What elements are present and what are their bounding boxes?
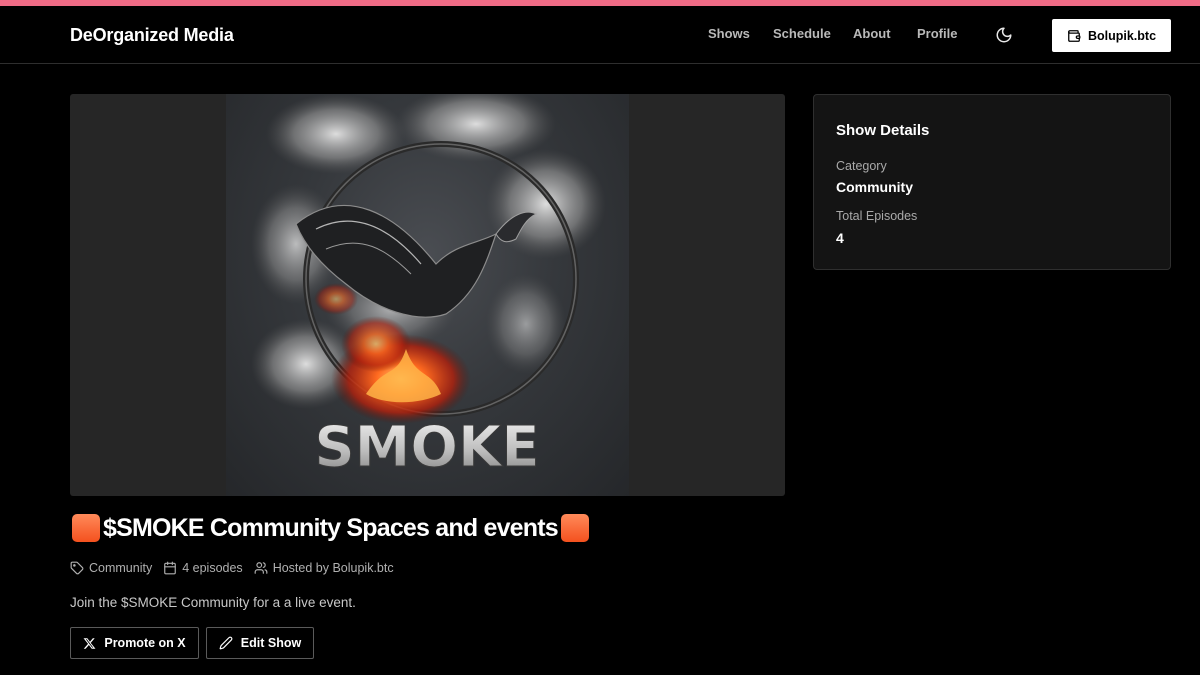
smoke-phoenix-artwork: SMOKE: [251, 94, 606, 481]
show-cover-image: SMOKE: [226, 94, 629, 496]
category-label: Category: [836, 159, 887, 173]
calendar-icon: [164, 561, 177, 575]
nav-profile[interactable]: Profile: [917, 26, 957, 41]
cover-title-text: SMOKE: [314, 415, 539, 480]
category-value: Community: [836, 179, 913, 195]
meta-host: Hosted by Bolupik.btc: [254, 561, 394, 575]
wallet-icon: [1068, 29, 1081, 42]
meta-host-text: Hosted by Bolupik.btc: [272, 561, 394, 575]
x-logo-icon: [83, 637, 96, 649]
orange-square-emoji-icon: [560, 514, 589, 542]
promote-label: Promote on X: [104, 636, 186, 650]
show-details-card: Show Details Category Community Total Ep…: [813, 94, 1171, 270]
show-title-text: $SMOKE Community Spaces and events: [103, 513, 559, 542]
nav-about[interactable]: About: [853, 26, 891, 41]
show-meta-row: Community 4 episodes Hosted by Bolupik.b…: [70, 559, 405, 577]
brand-logo-text[interactable]: DeOrganized Media: [70, 25, 234, 46]
top-navbar: DeOrganized Media Shows Schedule About P…: [0, 6, 1200, 64]
meta-category: Community: [70, 561, 152, 575]
pencil-icon: [219, 636, 233, 650]
show-description: Join the $SMOKE Community for a a live e…: [70, 595, 356, 610]
episodes-label: Total Episodes: [836, 209, 918, 223]
meta-category-text: Community: [89, 561, 153, 575]
nav-shows[interactable]: Shows: [708, 26, 750, 41]
meta-episodes-text: 4 episodes: [182, 561, 243, 575]
meta-episodes: 4 episodes: [163, 561, 243, 575]
episodes-value: 4: [836, 230, 844, 246]
edit-label: Edit Show: [240, 636, 302, 650]
wallet-connect-button[interactable]: Bolupik.btc: [1052, 19, 1171, 52]
show-title: $SMOKE Community Spaces and events: [72, 510, 589, 546]
theme-toggle-button[interactable]: [995, 26, 1013, 44]
wallet-label: Bolupik.btc: [1087, 28, 1157, 43]
tag-icon: [70, 561, 84, 575]
users-icon: [254, 562, 268, 574]
nav-schedule[interactable]: Schedule: [773, 26, 831, 41]
promote-on-x-button[interactable]: Promote on X: [70, 627, 199, 659]
orange-square-emoji-icon: [72, 514, 100, 542]
edit-show-button[interactable]: Edit Show: [206, 627, 314, 659]
show-cover-container: SMOKE: [70, 94, 785, 496]
details-title: Show Details: [836, 122, 930, 139]
moon-icon: [996, 27, 1012, 43]
